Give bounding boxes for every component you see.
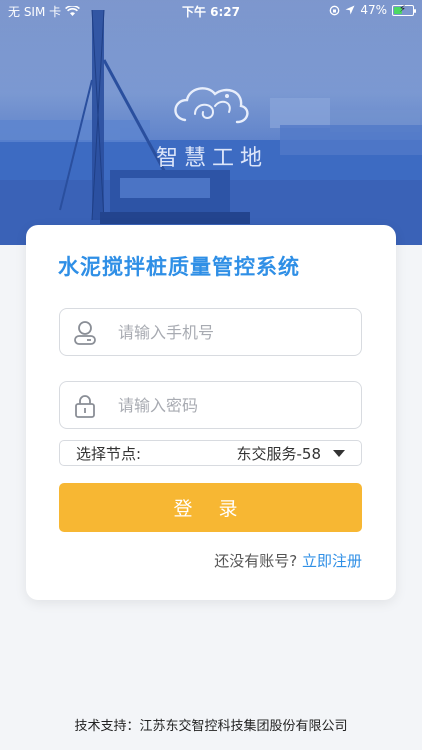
node-value: 东交服务-58 — [236, 445, 322, 463]
battery-percent: 47% — [360, 3, 387, 17]
tech-support-footer: 技术支持：江苏东交智控科技集团股份有限公司 — [74, 719, 348, 734]
hero-banner: 无 SIM 卡 下午 6:27 47% ⚡ 智慧工地 — [0, 0, 422, 245]
register-row: 还没有账号? 立即注册 — [214, 550, 362, 571]
battery-icon: ⚡ — [392, 4, 416, 16]
phone-input[interactable] — [118, 319, 348, 345]
status-bar: 无 SIM 卡 下午 6:27 47% ⚡ — [0, 0, 422, 22]
user-icon — [74, 321, 96, 345]
register-link[interactable]: 立即注册 — [302, 552, 362, 570]
login-card: 水泥搅拌桩质量管控系统 选择节点: 东交服务-58 登 录 还没有账号? 立即注… — [26, 225, 396, 600]
lock-icon — [75, 395, 95, 418]
cloud-swirl-icon — [174, 87, 249, 124]
password-input[interactable] — [118, 392, 348, 418]
node-label: 选择节点: — [76, 445, 142, 463]
caret-down-icon — [333, 450, 345, 457]
rotation-lock-icon — [329, 5, 340, 15]
login-button[interactable]: 登 录 — [59, 483, 362, 532]
node-select[interactable]: 选择节点: 东交服务-58 — [59, 440, 362, 466]
system-title: 水泥搅拌桩质量管控系统 — [58, 254, 300, 279]
no-account-text: 还没有账号? — [214, 552, 298, 570]
location-arrow-icon — [345, 5, 355, 15]
phone-field[interactable] — [59, 308, 362, 356]
brand-text: 智慧工地 — [155, 146, 268, 171]
password-field[interactable] — [59, 381, 362, 429]
